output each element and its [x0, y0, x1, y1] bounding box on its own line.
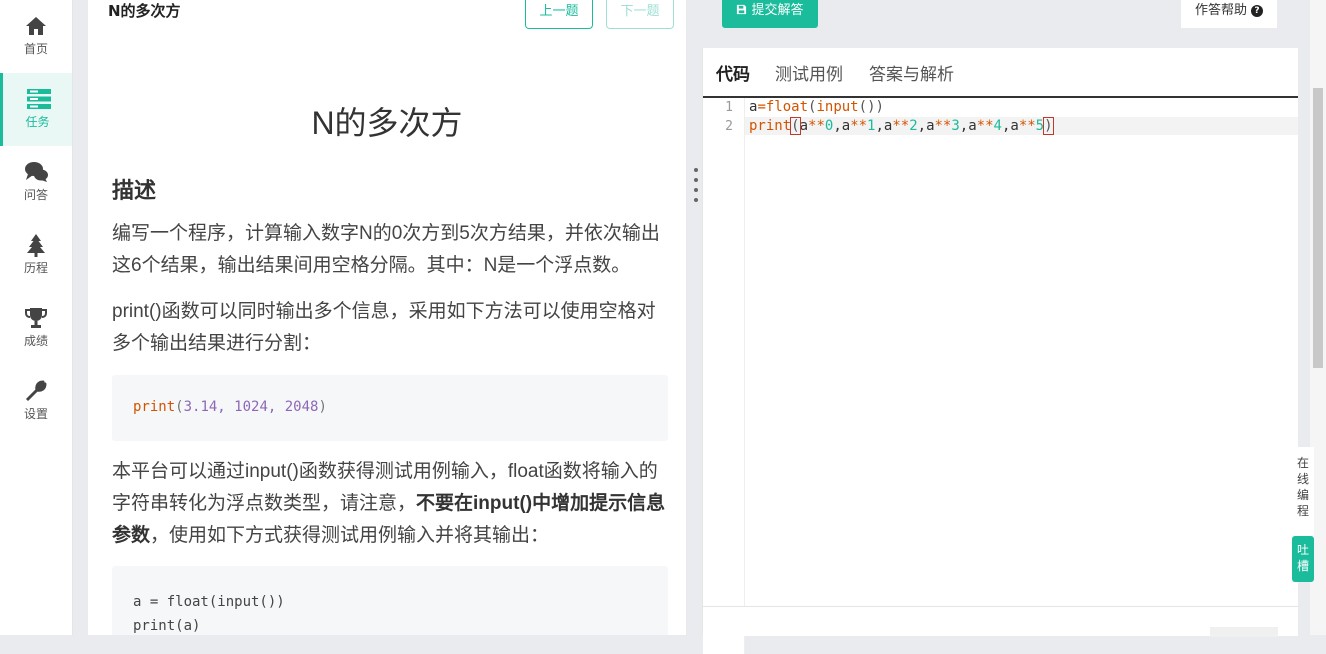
tab-answer-analysis[interactable]: 答案与解析: [869, 60, 954, 85]
prev-problem-button[interactable]: 上一题: [525, 0, 593, 29]
description-paragraph: 编写一个程序，计算输入数字N的0次方到5次方结果，并依次输出这6个结果，输出结果…: [112, 223, 660, 276]
next-problem-button[interactable]: 下一题: [606, 0, 674, 29]
problem-title: N的多次方: [311, 105, 463, 141]
submit-label: 提交解答: [751, 3, 804, 18]
nav-label: 历程: [23, 261, 48, 275]
description-paragraph: 本平台可以通过input()函数获得测试用例输入，float函数将输入的字符串转…: [112, 456, 672, 552]
nav-item-home[interactable]: 首页: [0, 0, 72, 73]
code-example: a = float(input()) print(a): [112, 566, 668, 635]
tasks-icon: [27, 89, 51, 109]
tab-test-cases[interactable]: 测试用例: [775, 60, 843, 85]
line-number: 1: [725, 100, 733, 115]
nav-item-history[interactable]: 历程: [0, 219, 72, 292]
nav-item-qa[interactable]: 问答: [0, 146, 72, 219]
tab-code[interactable]: 代码: [716, 60, 750, 85]
wrench-icon: [25, 380, 47, 402]
tree-icon: [27, 234, 45, 257]
code-line[interactable]: print(a**0,a**1,a**2,a**3,a**4,a**5): [749, 117, 1054, 135]
home-icon: [26, 17, 46, 35]
footer-button[interactable]: [1210, 627, 1278, 637]
nav-item-tasks[interactable]: 任务: [0, 73, 72, 146]
nav-item-scores[interactable]: 成绩: [0, 292, 72, 365]
left-nav: 首页 任务 问答 历程 成绩 设置: [0, 0, 73, 635]
code-line: print(a): [133, 618, 201, 634]
code-line: a = float(input()): [133, 594, 285, 610]
nav-label: 任务: [25, 115, 50, 129]
scrollbar-thumb[interactable]: [1313, 88, 1323, 368]
feedback-tab[interactable]: 吐槽: [1292, 536, 1314, 582]
chat-icon: [25, 162, 48, 182]
side-tab-label: 在线编程: [1296, 456, 1309, 518]
problem-panel: N的多次方 上一题 下一题 N的多次方 描述 编写一个程序，计算输入数字N的0次…: [88, 0, 686, 635]
online-programming-tab[interactable]: 在线编程: [1292, 447, 1314, 539]
nav-label: 问答: [23, 188, 48, 202]
submit-answer-button[interactable]: 提交解答: [722, 0, 818, 28]
save-icon: [737, 4, 747, 15]
code-example: print(3.14, 1024, 2048): [112, 375, 668, 441]
nav-label: 首页: [23, 42, 48, 56]
help-button[interactable]: 作答帮助?: [1181, 0, 1277, 28]
code-token: print: [133, 399, 176, 415]
code-editor-panel: 代码 测试用例 答案与解析 1 2 a=float(input()) print…: [702, 48, 1298, 654]
line-number: 2: [725, 119, 733, 134]
nav-item-settings[interactable]: 设置: [0, 365, 72, 438]
code-input-area[interactable]: [745, 136, 1298, 606]
panel-resize-handle[interactable]: [693, 168, 699, 208]
nav-label: 设置: [23, 407, 48, 421]
description-paragraph: print()函数可以同时输出多个信息，采用如下方法可以使用空格对多个输出结果进…: [112, 301, 656, 354]
question-icon: ?: [1251, 5, 1263, 17]
problem-header-title: N的多次方: [108, 2, 181, 20]
section-heading: 描述: [112, 179, 157, 204]
trophy-icon: [25, 308, 47, 328]
editor-tabs: 代码 测试用例 答案与解析: [703, 48, 1298, 98]
editor-footer: [703, 606, 1298, 637]
code-line[interactable]: a=float(input()): [749, 99, 884, 115]
side-tab-label: 吐槽: [1296, 543, 1309, 573]
help-label: 作答帮助: [1194, 3, 1247, 18]
nav-label: 成绩: [23, 334, 48, 348]
line-number-gutter: 1 2: [703, 98, 745, 654]
code-token: 3.14, 1024, 2048: [183, 399, 319, 415]
paragraph-text: ，使用如下方式获得测试用例输入并将其输出：: [150, 525, 550, 546]
